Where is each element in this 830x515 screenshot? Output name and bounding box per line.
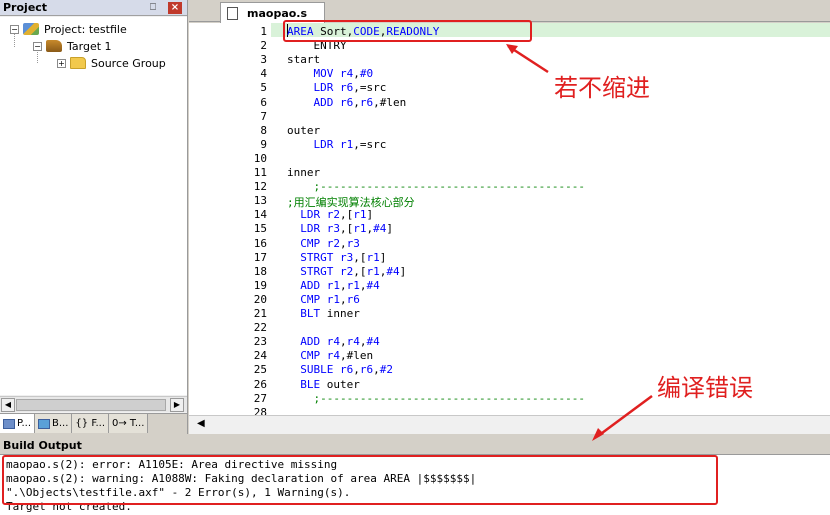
annotation-arrows [506, 44, 653, 441]
annotation-arrow-bottom [597, 394, 653, 438]
arrowhead-bottom-icon [592, 428, 604, 441]
